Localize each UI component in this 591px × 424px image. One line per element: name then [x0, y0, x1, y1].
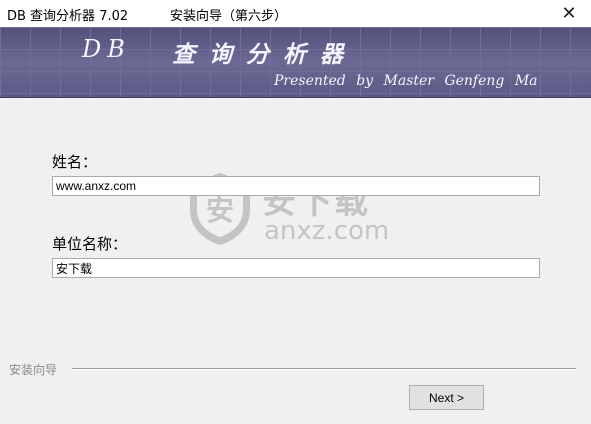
close-button[interactable]: ✕: [547, 0, 591, 27]
title-bar: DB 查询分析器 7.02 安装向导（第六步） ✕: [0, 0, 591, 27]
footer-divider: [72, 368, 576, 370]
name-label: 姓名：: [52, 153, 98, 171]
watermark-shield-glyph: 安: [206, 194, 234, 227]
banner-credit: Presented by Master Genfeng Ma: [274, 73, 538, 89]
banner-db-text: DB: [82, 35, 131, 63]
close-icon: ✕: [561, 3, 577, 24]
header-banner: DB 查询分析器 Presented by Master Genfeng Ma: [0, 27, 591, 98]
step-title: 安装向导（第六步）: [170, 9, 288, 24]
organization-input[interactable]: [52, 258, 540, 278]
banner-product-title: 查询分析器: [172, 41, 357, 68]
organization-label: 单位名称：: [52, 235, 128, 253]
watermark-en-text: anxz.com: [264, 216, 390, 246]
name-input[interactable]: [52, 176, 540, 196]
next-button[interactable]: Next >: [409, 385, 484, 410]
wizard-group-label: 安装向导: [9, 363, 58, 377]
app-title: DB 查询分析器 7.02: [7, 9, 129, 24]
